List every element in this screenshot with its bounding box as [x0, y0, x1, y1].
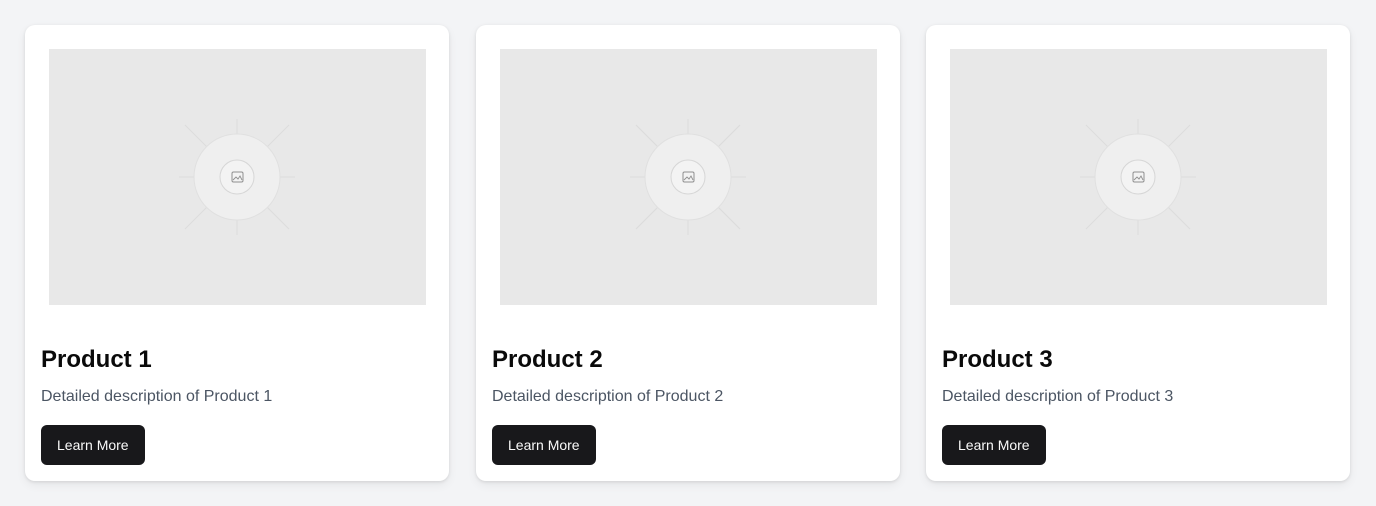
- product-card: Product 2 Detailed description of Produc…: [476, 25, 900, 481]
- learn-more-button[interactable]: Learn More: [41, 425, 145, 465]
- product-title: Product 1: [41, 346, 152, 373]
- product-card: Product 3 Detailed description of Produc…: [926, 25, 1350, 481]
- image-placeholder-icon: [179, 119, 295, 235]
- product-description: Detailed description of Product 3: [942, 388, 1174, 405]
- product-card: Product 1 Detailed description of Produc…: [25, 25, 449, 481]
- product-title: Product 2: [492, 346, 603, 373]
- product-image-placeholder: [950, 49, 1327, 305]
- product-title: Product 3: [942, 346, 1053, 373]
- image-placeholder-icon: [630, 119, 746, 235]
- product-description: Detailed description of Product 1: [41, 388, 273, 405]
- learn-more-button[interactable]: Learn More: [942, 425, 1046, 465]
- product-description: Detailed description of Product 2: [492, 388, 724, 405]
- learn-more-button[interactable]: Learn More: [492, 425, 596, 465]
- image-placeholder-icon: [1080, 119, 1196, 235]
- product-image-placeholder: [49, 49, 426, 305]
- product-grid: Product 1 Detailed description of Produc…: [0, 0, 1376, 506]
- product-image-placeholder: [500, 49, 877, 305]
